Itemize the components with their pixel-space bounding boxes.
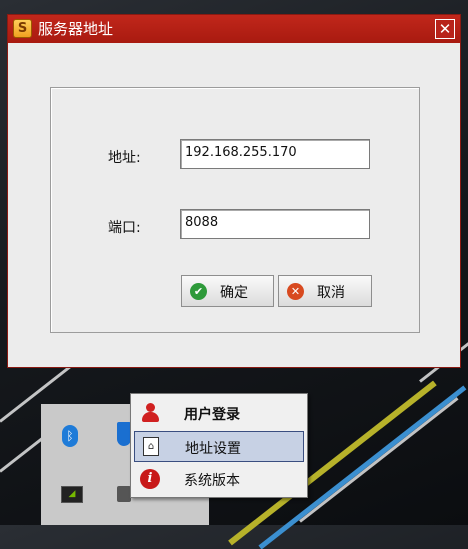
address-doc-icon: ⌂ xyxy=(141,437,161,457)
menu-item-label: 系统版本 xyxy=(184,473,240,489)
cancel-icon: ✕ xyxy=(287,283,304,300)
checkmark-icon: ✔ xyxy=(190,283,207,300)
settings-panel: 地址: 192.168.255.170 端口: 8088 ✔ 确定 ✕ 取消 xyxy=(50,87,420,333)
close-button[interactable]: ✕ xyxy=(435,19,455,39)
app-logo-icon: S xyxy=(13,19,32,38)
address-label: 地址: xyxy=(108,150,141,166)
cancel-button-label: 取消 xyxy=(317,285,345,301)
cancel-button[interactable]: ✕ 取消 xyxy=(278,275,372,307)
menu-item-user-login[interactable]: 用户登录 xyxy=(134,398,304,429)
menu-item-address-settings[interactable]: ⌂ 地址设置 xyxy=(134,431,304,462)
context-menu: 用户登录 ⌂ 地址设置 i 系统版本 xyxy=(130,393,308,498)
nvidia-icon[interactable]: ◢ xyxy=(61,486,83,503)
menu-item-label: 地址设置 xyxy=(185,441,241,457)
dialog-title: 服务器地址 xyxy=(38,20,114,38)
bluetooth-icon[interactable]: ᛒ xyxy=(62,425,78,447)
info-icon: i xyxy=(140,469,160,489)
ok-button[interactable]: ✔ 确定 xyxy=(181,275,274,307)
title-bar[interactable]: S 服务器地址 ✕ xyxy=(8,15,460,43)
port-input[interactable]: 8088 xyxy=(180,209,370,239)
server-address-dialog: S 服务器地址 ✕ 地址: 192.168.255.170 端口: 8088 ✔… xyxy=(7,14,461,368)
address-input[interactable]: 192.168.255.170 xyxy=(180,139,370,169)
lock-icon[interactable] xyxy=(117,486,131,502)
user-icon xyxy=(140,403,160,423)
menu-item-label: 用户登录 xyxy=(184,407,240,423)
wallpaper-streak xyxy=(299,397,459,523)
port-label: 端口: xyxy=(108,220,141,236)
ok-button-label: 确定 xyxy=(220,285,248,301)
menu-item-system-version[interactable]: i 系统版本 xyxy=(134,464,304,495)
shield-icon[interactable] xyxy=(117,422,131,446)
